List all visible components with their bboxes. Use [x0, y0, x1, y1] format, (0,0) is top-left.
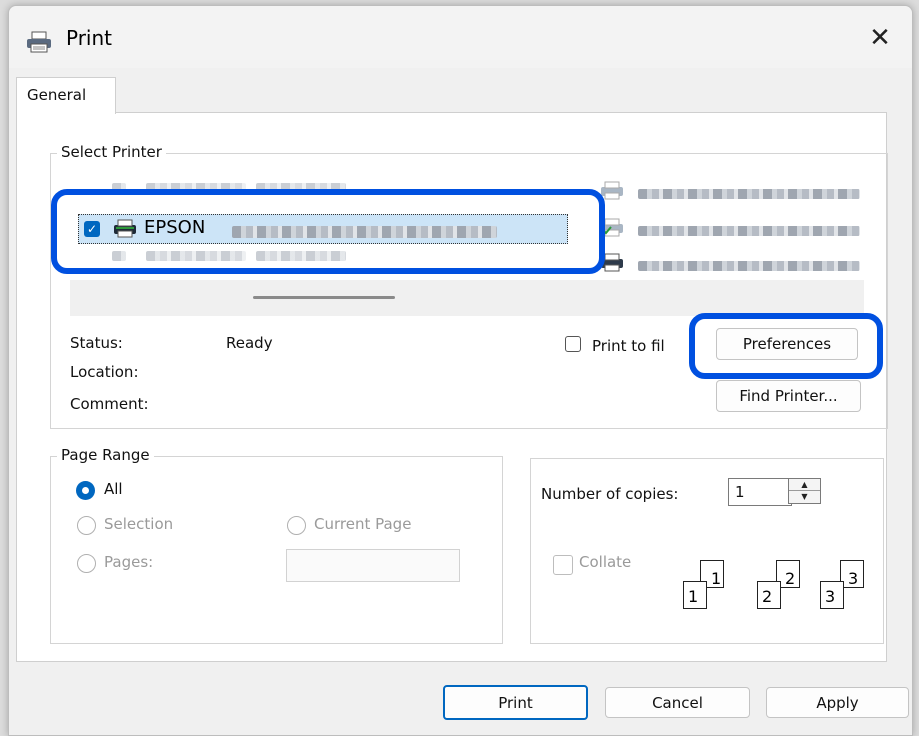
tab-general-label: General — [27, 86, 87, 104]
annotation-highlight-preferences — [689, 313, 883, 379]
window-title: Print — [66, 26, 113, 50]
radio-selection[interactable] — [77, 516, 96, 535]
radio-all[interactable] — [76, 481, 95, 500]
radio-all-label: All — [104, 480, 123, 498]
spin-up-icon[interactable]: ▲ — [789, 479, 820, 491]
printer-icon — [27, 31, 51, 53]
print-button[interactable]: Print — [443, 685, 588, 720]
horizontal-scrollbar[interactable] — [70, 280, 864, 316]
pages-input[interactable] — [286, 549, 460, 582]
collate-checkbox[interactable] — [553, 555, 573, 575]
printer-list-item[interactable] — [638, 182, 860, 206]
comment-label: Comment: — [70, 395, 149, 413]
collate-number: 2 — [762, 587, 773, 606]
radio-current-page-label: Current Page — [314, 515, 412, 533]
status-label: Status: — [70, 334, 123, 352]
radio-pages-label: Pages: — [104, 553, 154, 571]
select-printer-legend: Select Printer — [57, 143, 166, 161]
status-value: Ready — [226, 334, 273, 352]
title-bar: Print ✕ — [9, 6, 912, 68]
printer-list-item[interactable] — [638, 254, 860, 278]
collate-number: 3 — [848, 569, 859, 588]
collate-label: Collate — [579, 553, 632, 571]
collate-number: 3 — [825, 587, 836, 606]
annotation-highlight-printer — [51, 189, 605, 274]
scrollbar-thumb[interactable] — [253, 296, 395, 299]
spin-down-icon[interactable]: ▼ — [789, 491, 820, 502]
print-to-file-checkbox[interactable] — [565, 336, 581, 352]
radio-current-page[interactable] — [287, 516, 306, 535]
printer-list-item[interactable] — [638, 219, 860, 243]
collate-number: 1 — [688, 587, 699, 606]
radio-selection-label: Selection — [104, 515, 174, 533]
collate-number: 1 — [711, 569, 722, 588]
copies-spinner[interactable]: ▲ ▼ — [788, 478, 821, 504]
page-range-legend: Page Range — [57, 446, 154, 464]
tab-general[interactable]: General — [16, 77, 116, 114]
find-printer-button[interactable]: Find Printer... — [716, 380, 861, 412]
collate-number: 2 — [785, 569, 796, 588]
print-to-file-label: Print to fil — [592, 337, 665, 355]
close-icon[interactable]: ✕ — [860, 20, 900, 56]
apply-button[interactable]: Apply — [766, 687, 909, 718]
copies-label: Number of copies: — [541, 485, 679, 503]
copies-input[interactable]: 1 — [728, 478, 792, 506]
location-label: Location: — [70, 363, 139, 381]
radio-pages[interactable] — [77, 554, 96, 573]
cancel-button[interactable]: Cancel — [605, 687, 750, 718]
copies-value: 1 — [735, 483, 745, 501]
